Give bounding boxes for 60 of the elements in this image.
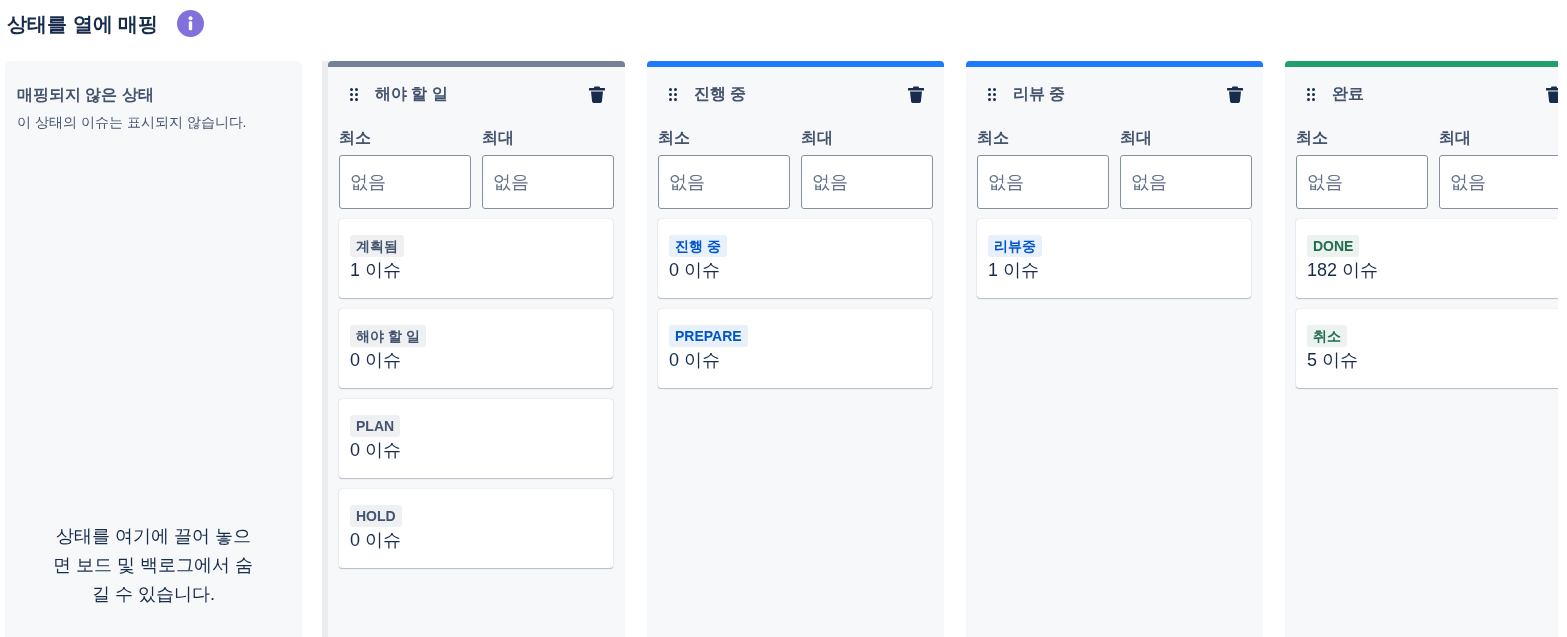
min-label: 최소 bbox=[1296, 128, 1329, 148]
status-card[interactable]: DONE 182 이슈 bbox=[1296, 219, 1558, 298]
drag-handle-icon[interactable] bbox=[988, 87, 996, 101]
status-lozenge: 리뷰중 bbox=[988, 235, 1042, 257]
issue-count: 0 이슈 bbox=[350, 349, 401, 372]
max-field[interactable]: 없음 bbox=[801, 155, 933, 209]
unmapped-title: 매핑되지 않은 상태 bbox=[17, 85, 155, 105]
min-field[interactable]: 없음 bbox=[1296, 155, 1428, 209]
status-lozenge: 계획됨 bbox=[350, 235, 404, 257]
column-name: 리뷰 중 bbox=[1013, 84, 1067, 104]
status-lozenge: 진행 중 bbox=[669, 235, 727, 257]
status-lozenge: 취소 bbox=[1307, 325, 1347, 347]
issue-count: 5 이슈 bbox=[1307, 349, 1358, 372]
issue-count: 0 이슈 bbox=[350, 529, 401, 552]
min-label: 최소 bbox=[658, 128, 691, 148]
status-lozenge: PREPARE bbox=[669, 325, 748, 347]
status-card[interactable]: 리뷰중 1 이슈 bbox=[977, 219, 1251, 298]
status-lozenge: DONE bbox=[1307, 235, 1360, 257]
status-card[interactable]: 진행 중 0 이슈 bbox=[658, 219, 932, 298]
min-label: 최소 bbox=[339, 128, 372, 148]
drag-handle-icon[interactable] bbox=[350, 87, 358, 101]
trash-icon[interactable] bbox=[589, 85, 605, 103]
status-card[interactable]: PREPARE 0 이슈 bbox=[658, 309, 932, 388]
status-card[interactable]: 계획됨 1 이슈 bbox=[339, 219, 613, 298]
issue-count: 0 이슈 bbox=[669, 259, 720, 282]
issue-count: 182 이슈 bbox=[1307, 259, 1379, 282]
max-label: 최대 bbox=[1120, 128, 1153, 148]
drag-handle-icon[interactable] bbox=[1307, 87, 1315, 101]
max-field[interactable]: 없음 bbox=[1439, 155, 1558, 209]
trash-icon[interactable] bbox=[1546, 85, 1558, 103]
issue-count: 1 이슈 bbox=[988, 259, 1039, 282]
column-name: 진행 중 bbox=[694, 84, 748, 104]
max-label: 최대 bbox=[1439, 128, 1472, 148]
min-label: 최소 bbox=[977, 128, 1010, 148]
max-field[interactable]: 없음 bbox=[482, 155, 614, 209]
unmapped-description: 이 상태의 이슈는 표시되지 않습니다. bbox=[17, 113, 248, 131]
status-card[interactable]: HOLD 0 이슈 bbox=[339, 489, 613, 568]
drop-hint: 상태를 여기에 끌어 놓으면 보드 및 백로그에서 숨길 수 있습니다. bbox=[52, 525, 255, 606]
column-name: 완료 bbox=[1332, 84, 1365, 104]
status-card[interactable]: 해야 할 일 0 이슈 bbox=[339, 309, 613, 388]
status-card[interactable]: 취소 5 이슈 bbox=[1296, 309, 1558, 388]
drag-handle-icon[interactable] bbox=[669, 87, 677, 101]
min-field[interactable]: 없음 bbox=[658, 155, 790, 209]
issue-count: 0 이슈 bbox=[350, 439, 401, 462]
page-title: 상태를 열에 매핑 bbox=[7, 11, 159, 36]
max-label: 최대 bbox=[482, 128, 515, 148]
min-field[interactable]: 없음 bbox=[339, 155, 471, 209]
column-name: 해야 할 일 bbox=[375, 84, 449, 104]
trash-icon[interactable] bbox=[1227, 85, 1243, 103]
issue-count: 0 이슈 bbox=[669, 349, 720, 372]
min-field[interactable]: 없음 bbox=[977, 155, 1109, 209]
status-lozenge: PLAN bbox=[350, 415, 401, 437]
status-lozenge: HOLD bbox=[350, 505, 402, 527]
info-icon[interactable] bbox=[177, 10, 205, 37]
issue-count: 1 이슈 bbox=[350, 259, 401, 282]
max-label: 최대 bbox=[801, 128, 834, 148]
status-card[interactable]: PLAN 0 이슈 bbox=[339, 399, 613, 478]
status-lozenge: 해야 할 일 bbox=[350, 325, 426, 347]
max-field[interactable]: 없음 bbox=[1120, 155, 1252, 209]
trash-icon[interactable] bbox=[908, 85, 924, 103]
